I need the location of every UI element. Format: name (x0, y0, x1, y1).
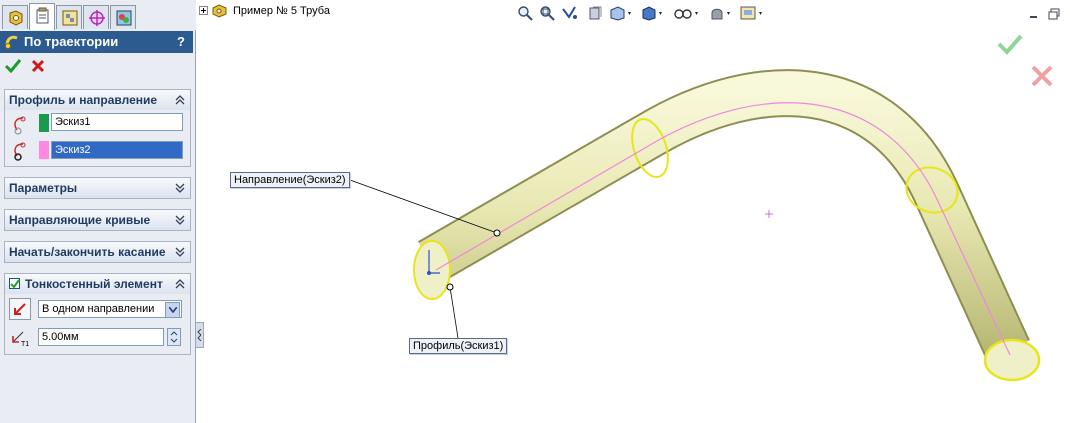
ok-cancel-bar (4, 58, 64, 78)
profile-callout[interactable]: Профиль(Эскиз1) (409, 338, 508, 354)
pipe-body (419, 71, 1029, 360)
profile-color-swatch (39, 114, 49, 132)
check-icon (4, 59, 22, 74)
zoom-area-icon[interactable] (539, 5, 555, 24)
thickness-input[interactable]: 5.00мм (38, 328, 164, 346)
group-label: Направляющие кривые (9, 213, 151, 227)
profile-leader-line (449, 286, 459, 339)
thin-type-value: В одном направлении (42, 303, 155, 315)
spin-arrows-icon (170, 331, 178, 343)
part-icon (211, 4, 229, 21)
chevron-down-icon[interactable] (174, 246, 186, 261)
path-selection-box[interactable]: Эскиз2 (51, 141, 183, 159)
path-leader-dot (493, 229, 501, 237)
view-orientation-icon[interactable] (609, 5, 633, 24)
zoom-to-fit-icon[interactable] (517, 5, 533, 24)
feature-title: По траектории (24, 34, 119, 49)
feature-tree-icon (9, 10, 23, 26)
group-parameters: Параметры (4, 177, 191, 199)
chevron-down-icon[interactable] (174, 214, 186, 229)
chevron-down-icon[interactable] (165, 302, 180, 318)
svg-text:T1: T1 (21, 341, 29, 348)
group-guide-curves: Направляющие кривые (4, 209, 191, 231)
tree-part-name[interactable]: Пример № 5 Труба (233, 5, 330, 17)
apply-scene-icon[interactable] (739, 5, 767, 24)
crosshair-icon (89, 10, 105, 26)
group-profile-direction: Профиль и направление Эскиз1 Эскиз2 (4, 89, 191, 167)
group-tangency: Начать/закончить касание (4, 241, 191, 263)
thin-feature-checkbox[interactable] (9, 278, 20, 289)
tab-feature-manager[interactable] (2, 5, 28, 29)
display-style-icon[interactable] (641, 5, 665, 24)
restore-icon[interactable] (1048, 8, 1062, 20)
previous-view-icon[interactable] (561, 5, 579, 24)
property-manager: По траектории ? Профиль и направление Эс… (0, 0, 196, 423)
help-button[interactable]: ? (177, 34, 185, 49)
group-thin-feature: Тонкостенный элемент В одном направлении… (4, 273, 191, 355)
ok-button[interactable] (4, 58, 22, 77)
tab-dimxpert-manager[interactable] (83, 5, 109, 29)
group-header[interactable]: Тонкостенный элемент (5, 274, 190, 294)
model-viewport[interactable] (200, 30, 1060, 420)
path-color-swatch (39, 141, 49, 159)
group-label: Профиль и направление (9, 93, 158, 107)
group-header[interactable]: Начать/закончить касание (5, 242, 190, 262)
profile-selection-box[interactable]: Эскиз1 (51, 113, 183, 131)
pipe-end-face (983, 338, 1041, 382)
chevron-down-icon[interactable] (174, 182, 186, 197)
tab-display-manager[interactable] (110, 5, 136, 29)
chevron-up-icon[interactable] (174, 94, 186, 109)
group-label: Начать/закончить касание (9, 245, 166, 259)
tab-configuration-manager[interactable] (56, 5, 82, 29)
feature-title-bar: По траектории ? (0, 31, 193, 53)
group-header[interactable]: Параметры (5, 178, 190, 198)
path-leader-line (349, 179, 498, 234)
minimize-icon[interactable] (1028, 8, 1042, 20)
profile-leader-dot (446, 283, 454, 291)
view-toolbar (517, 5, 777, 25)
check-icon (10, 279, 20, 289)
reverse-arrow-icon (14, 303, 26, 315)
thickness-spinner[interactable] (167, 328, 181, 346)
path-callout[interactable]: Направление(Эскиз2) (230, 172, 350, 188)
manager-tabs (0, 0, 196, 30)
pipe-start-face (413, 240, 451, 300)
section-view-icon[interactable] (587, 5, 603, 24)
cancel-button[interactable] (30, 58, 46, 77)
group-label: Параметры (9, 181, 78, 195)
group-label: Тонкостенный элемент (25, 277, 163, 291)
thin-type-dropdown[interactable]: В одном направлении (38, 300, 182, 318)
edit-appearance-icon[interactable] (709, 5, 733, 24)
x-icon (31, 59, 45, 73)
tab-property-manager[interactable] (29, 3, 55, 30)
property-manager-icon (36, 7, 49, 24)
chevron-up-icon[interactable] (174, 278, 186, 293)
thickness-icon: T1 (9, 326, 31, 348)
configuration-icon (62, 10, 78, 26)
group-header[interactable]: Профиль и направление (5, 90, 190, 110)
origin-cross (765, 210, 773, 218)
expand-icon[interactable] (199, 6, 208, 15)
path-icon (9, 140, 31, 162)
appearance-icon (116, 10, 132, 26)
profile-icon (9, 114, 31, 136)
group-header[interactable]: Направляющие кривые (5, 210, 190, 230)
reverse-direction-button[interactable] (9, 298, 31, 320)
sweep-icon (4, 34, 20, 53)
hide-show-items-icon[interactable] (673, 5, 701, 24)
